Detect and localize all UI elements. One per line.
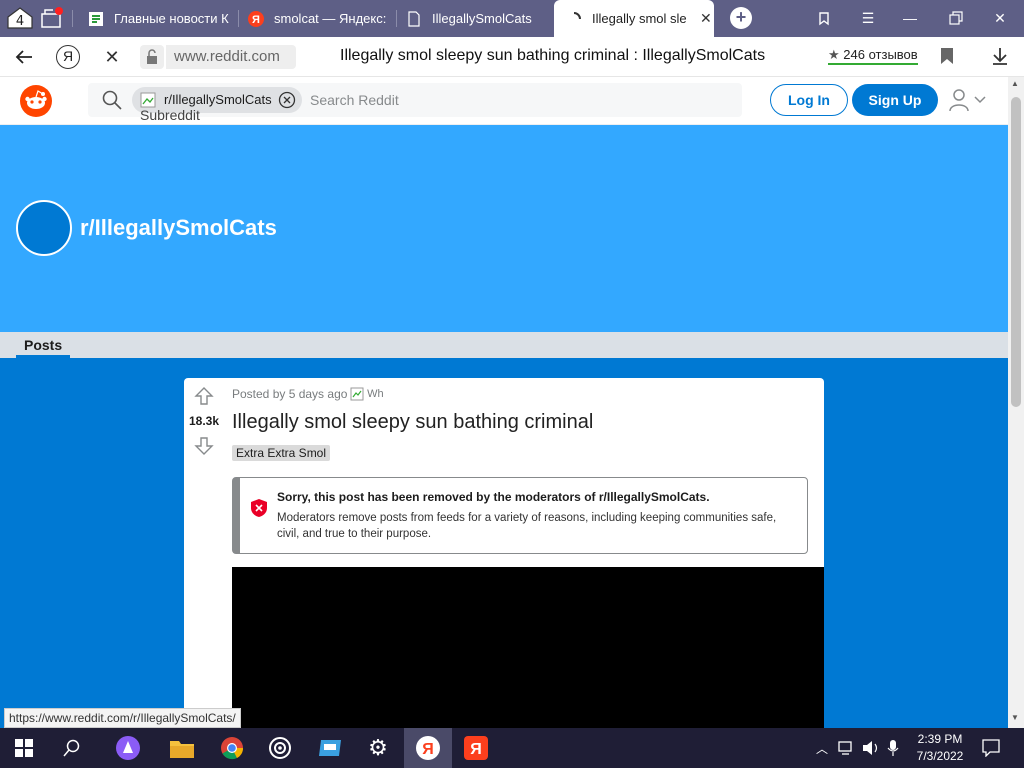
scroll-up-icon[interactable]: ▲ [1011, 79, 1019, 88]
scroll-thumb[interactable] [1011, 97, 1021, 407]
vote-count: 18.3k [188, 414, 220, 428]
tab-illegallysmolcats[interactable]: IllegallySmolCats [398, 0, 550, 37]
post-card[interactable]: 18.3k Posted by 5 days ago Wh Illegally … [184, 378, 824, 728]
svg-text:Я: Я [470, 741, 482, 758]
yandex-app-icon[interactable]: Я [460, 732, 492, 764]
file-explorer-icon[interactable] [166, 732, 198, 764]
tab-current-post[interactable]: Illegally smol sle ✕ [554, 0, 714, 37]
microphone-icon[interactable] [886, 739, 900, 757]
subreddit-avatar[interactable] [16, 200, 72, 256]
page-title-display: Illegally smol sleepy sun bathing crimin… [340, 47, 766, 64]
status-bar-url: https://www.reddit.com/r/IllegallySmolCa… [4, 708, 241, 728]
yandex-icon: Я [248, 10, 264, 27]
reddit-logo-icon[interactable] [20, 85, 52, 117]
svg-text:Я: Я [422, 741, 434, 758]
tab-yandex-search[interactable]: Я smolcat — Яндекс: [240, 0, 396, 37]
news-icon [88, 11, 104, 27]
notifications-icon[interactable] [982, 739, 1000, 758]
downloads-tray-button[interactable] [40, 6, 64, 30]
user-menu-button[interactable] [948, 87, 988, 113]
broken-image-icon [140, 92, 156, 108]
subreddit-banner: r/IllegallySmolCats [0, 125, 1008, 332]
tab-news[interactable]: Главные новости К [78, 0, 238, 37]
subreddit-nav: Posts [0, 332, 1008, 358]
svg-text:Я: Я [252, 14, 260, 26]
search-input[interactable]: Search Reddit [310, 92, 399, 108]
bookmark-icon[interactable] [940, 47, 954, 65]
removed-shield-icon [250, 498, 268, 518]
back-arrow-icon[interactable] [12, 45, 36, 69]
volume-icon[interactable] [862, 740, 880, 756]
reviews-link[interactable]: ★ 246 отзывов [828, 47, 918, 65]
tab-count: 4 [15, 14, 25, 29]
award-broken-image-icon: Wh [350, 387, 398, 403]
windows-taskbar: ⚙ Я Я ︿ 2:39 PM 7/3/2022 [0, 728, 1024, 768]
page-scrollbar[interactable]: ▲ ▼ [1008, 77, 1024, 728]
tab-posts[interactable]: Posts [16, 337, 71, 358]
tab-label: Главные новости К [114, 11, 229, 26]
browser-tab-bar: 4 Главные новости К Я smolcat — Яндекс: … [0, 0, 1024, 37]
clock-time[interactable]: 2:39 PM [904, 732, 976, 746]
clear-chip-icon[interactable] [278, 91, 296, 109]
search-icon[interactable] [56, 732, 88, 764]
yandex-home-icon[interactable]: Я [56, 45, 80, 69]
download-icon[interactable] [990, 46, 1010, 66]
removed-body: Moderators remove posts from feeds for a… [277, 512, 777, 540]
network-icon[interactable] [838, 740, 856, 756]
scroll-down-icon[interactable]: ▼ [1011, 713, 1019, 722]
tab-label: IllegallySmolCats [432, 11, 532, 26]
downvote-icon[interactable] [194, 436, 214, 456]
lock-icon[interactable] [140, 45, 164, 69]
loading-spinner-icon [566, 11, 582, 27]
settings-gear-icon[interactable]: ⚙ [362, 732, 394, 764]
restore-icon[interactable] [946, 8, 966, 28]
post-meta: Posted by 5 days ago [232, 387, 348, 401]
post-title[interactable]: Illegally smol sleepy sun bathing crimin… [232, 411, 593, 434]
collections-icon[interactable] [814, 8, 834, 28]
menu-icon[interactable]: ☰ [858, 8, 878, 28]
sign-up-button[interactable]: Sign Up [852, 84, 938, 116]
removed-title: Sorry, this post has been removed by the… [277, 490, 710, 504]
removed-notice: Sorry, this post has been removed by the… [232, 477, 808, 554]
stop-loading-icon[interactable]: ✕ [100, 45, 124, 69]
close-tab-icon[interactable]: ✕ [700, 10, 712, 27]
post-flair[interactable]: Extra Extra Smol [232, 445, 331, 461]
windows-start-icon[interactable] [8, 732, 40, 764]
tab-label: Illegally smol sle [592, 11, 687, 26]
video-player[interactable] [232, 567, 824, 728]
new-tab-button[interactable]: + [730, 7, 752, 29]
page-icon [406, 10, 422, 27]
close-window-icon[interactable]: ✕ [990, 8, 1010, 28]
search-icon [102, 90, 122, 110]
chrome-icon[interactable] [216, 732, 248, 764]
star-icon: ★ [828, 47, 840, 62]
target-app-icon[interactable] [264, 732, 296, 764]
yandex-browser-active-icon[interactable]: Я [404, 728, 452, 768]
url-display[interactable]: www.reddit.com [166, 45, 296, 69]
minimize-icon[interactable]: — [900, 8, 920, 28]
upvote-icon[interactable] [194, 386, 214, 406]
alice-assistant-icon[interactable] [112, 732, 144, 764]
reddit-header: r/IllegallySmolCats Search Reddit Subred… [0, 77, 1008, 139]
subreddit-name[interactable]: r/IllegallySmolCats [80, 215, 277, 241]
clock-date[interactable]: 7/3/2022 [904, 749, 976, 763]
show-hidden-icons[interactable]: ︿ [816, 740, 828, 757]
tab-label: smolcat — Яндекс: [274, 11, 387, 26]
screenshot-tool-icon[interactable] [314, 732, 346, 764]
log-in-button[interactable]: Log In [770, 84, 848, 116]
address-bar: Я ✕ www.reddit.com Illegally smol sleepy… [0, 37, 1024, 77]
tab-counter-button[interactable]: 4 [6, 6, 34, 30]
subreddit-chip-label: r/IllegallySmolCats [164, 92, 272, 107]
